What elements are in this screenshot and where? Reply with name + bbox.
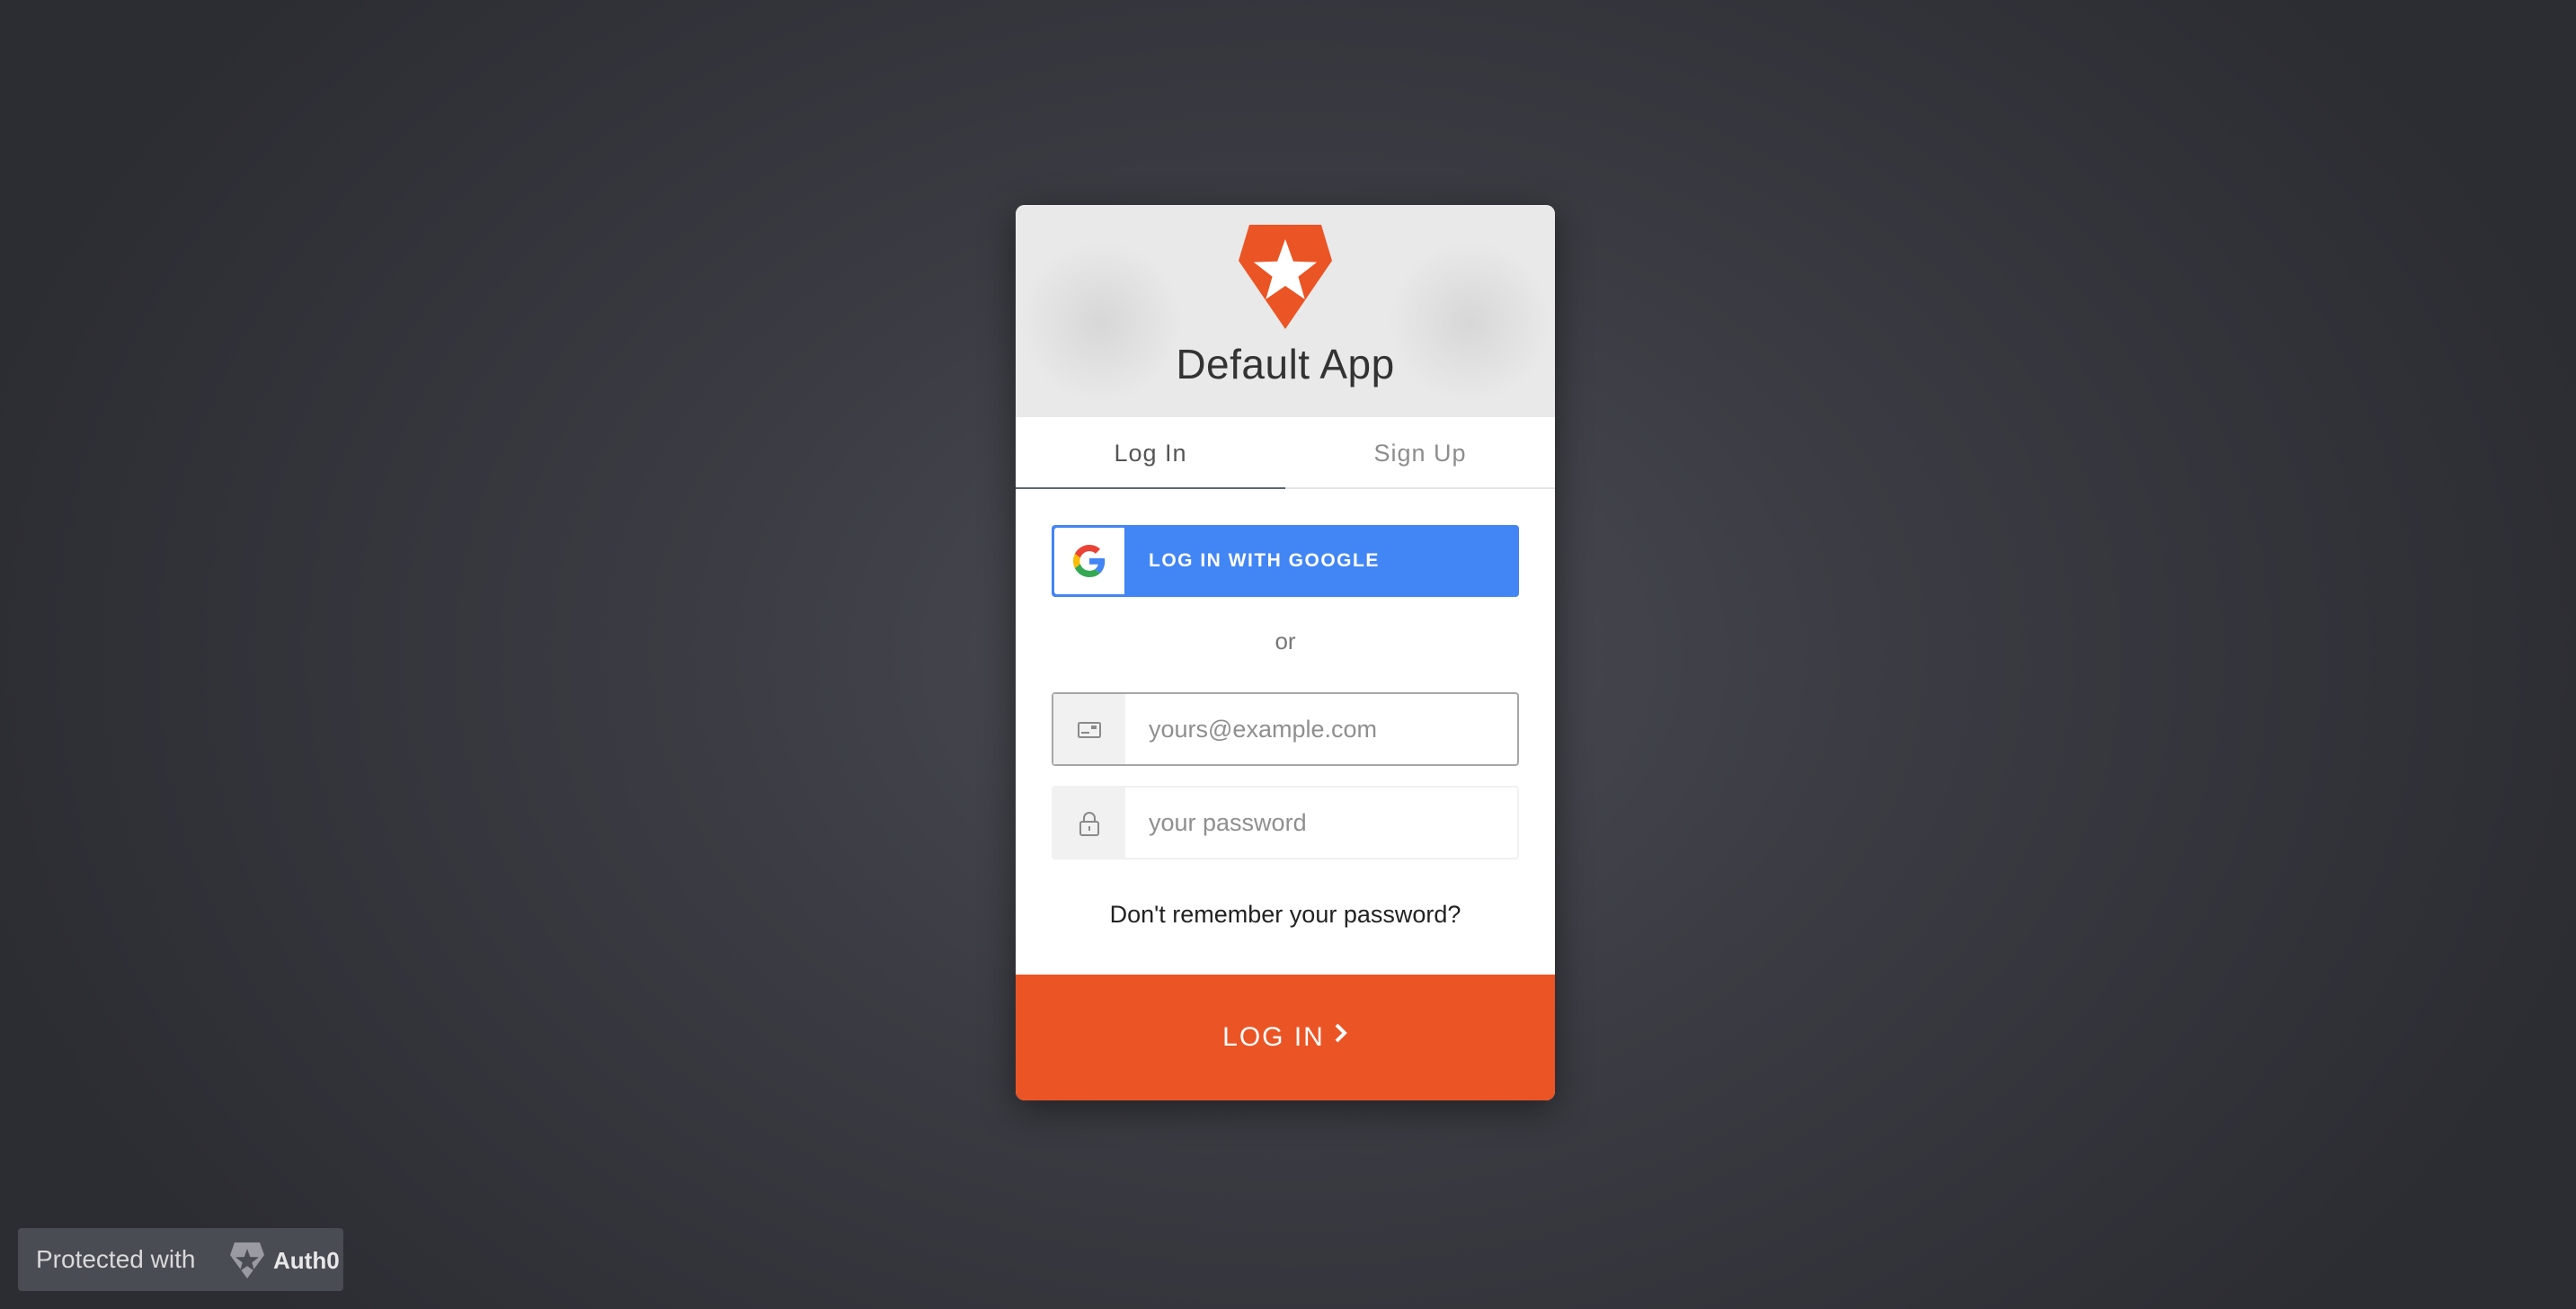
auth-tabs: Log In Sign Up — [1016, 417, 1555, 489]
password-icon-container — [1053, 788, 1125, 858]
lock-icon — [1079, 812, 1099, 836]
google-g-icon — [1073, 545, 1106, 577]
google-icon-container — [1054, 528, 1124, 594]
protected-with-auth0-badge[interactable]: Protected with Auth0 — [18, 1228, 343, 1291]
active-tab-indicator — [1016, 487, 1285, 489]
auth0-shield-star-icon — [1237, 223, 1334, 331]
tab-log-in[interactable]: Log In — [1016, 417, 1285, 489]
forgot-password-link[interactable]: Don't remember your password? — [1016, 901, 1555, 929]
password-field — [1052, 786, 1519, 859]
chevron-right-icon — [1334, 973, 1348, 1099]
log-in-submit-button[interactable]: LOG IN — [1016, 975, 1555, 1100]
google-login-button[interactable]: LOG IN WITH GOOGLE — [1052, 525, 1519, 597]
auth0-badge-icon — [229, 1242, 265, 1284]
auth0-brand-label: Auth0 — [273, 1247, 340, 1274]
password-input[interactable] — [1125, 788, 1515, 858]
google-login-label: LOG IN WITH GOOGLE — [1149, 550, 1380, 571]
app-title: Default App — [1176, 341, 1395, 387]
card-header: Default App — [1016, 205, 1555, 417]
envelope-icon — [1078, 722, 1101, 738]
email-input[interactable] — [1125, 694, 1515, 764]
email-icon-container — [1053, 694, 1125, 764]
or-divider: or — [1275, 628, 1296, 654]
email-field — [1052, 692, 1519, 766]
login-card: Default App Log In Sign Up LOG IN WITH G… — [1016, 205, 1555, 1100]
submit-label: LOG IN — [1222, 1022, 1325, 1052]
badge-text: Protected with — [36, 1245, 196, 1273]
tab-sign-up[interactable]: Sign Up — [1285, 417, 1555, 489]
